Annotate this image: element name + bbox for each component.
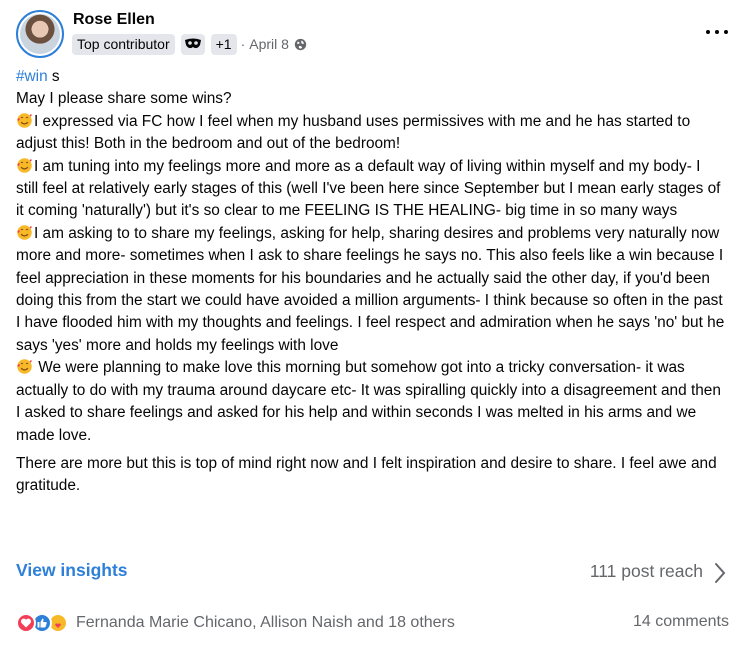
win-item: We were planning to make love this morni… xyxy=(16,357,726,447)
extra-badges-count[interactable]: +1 xyxy=(210,33,237,55)
hashtag-line: #win s xyxy=(16,66,726,88)
mask-badge-icon[interactable] xyxy=(180,33,205,55)
win-text: We were planning to make love this morni… xyxy=(16,359,721,444)
post-reach-count[interactable]: 111 post reach xyxy=(590,561,703,582)
closing-text: There are more but this is top of mind r… xyxy=(16,454,717,495)
chevron-right-icon[interactable] xyxy=(713,561,727,585)
top-contributor-badge[interactable]: Top contributor xyxy=(72,33,175,55)
hashtag-link[interactable]: #win xyxy=(16,68,48,85)
win-text: I expressed via FC how I feel when my hu… xyxy=(16,112,691,153)
post-meta: Top contributor +1 · April 8 xyxy=(72,33,307,55)
post-body: #win s May I please share some wins? I e… xyxy=(16,66,726,498)
smiling-face-with-hearts-emoji xyxy=(17,225,32,240)
win-item: I expressed via FC how I feel when my hu… xyxy=(16,111,726,156)
post-header: Rose Ellen Top contributor +1 · April 8 xyxy=(16,8,736,60)
comments-count[interactable]: 14 comments xyxy=(633,613,729,631)
post-date[interactable]: April 8 xyxy=(249,36,289,52)
intro-text: May I please share some wins? xyxy=(16,90,232,108)
divider xyxy=(0,598,751,599)
win-item: I am asking to to share my feelings, ask… xyxy=(16,223,726,357)
smiling-face-with-hearts-emoji xyxy=(17,113,32,128)
smiling-face-with-hearts-emoji xyxy=(17,157,32,173)
reactions-summary[interactable]: Fernanda Marie Chicano, Allison Naish an… xyxy=(16,611,455,635)
view-insights-link[interactable]: View insights xyxy=(16,560,128,581)
more-options-button[interactable] xyxy=(706,28,728,36)
smiling-face-with-hearts-emoji xyxy=(17,359,32,375)
reaction-names[interactable]: Fernanda Marie Chicano, Allison Naish an… xyxy=(76,614,455,632)
author-name[interactable]: Rose Ellen xyxy=(73,11,155,29)
globe-icon xyxy=(294,38,307,50)
win-text: I am asking to to share my feelings, ask… xyxy=(16,224,725,354)
win-text: I am tuning into my feelings more and mo… xyxy=(16,157,721,220)
author-avatar[interactable] xyxy=(16,10,64,58)
love-reaction-icon xyxy=(16,613,36,633)
hashtag-suffix: s xyxy=(47,68,60,85)
avatar-image xyxy=(20,14,60,54)
win-item: I am tuning into my feelings more and mo… xyxy=(16,156,726,223)
meta-separator: · xyxy=(240,36,246,52)
